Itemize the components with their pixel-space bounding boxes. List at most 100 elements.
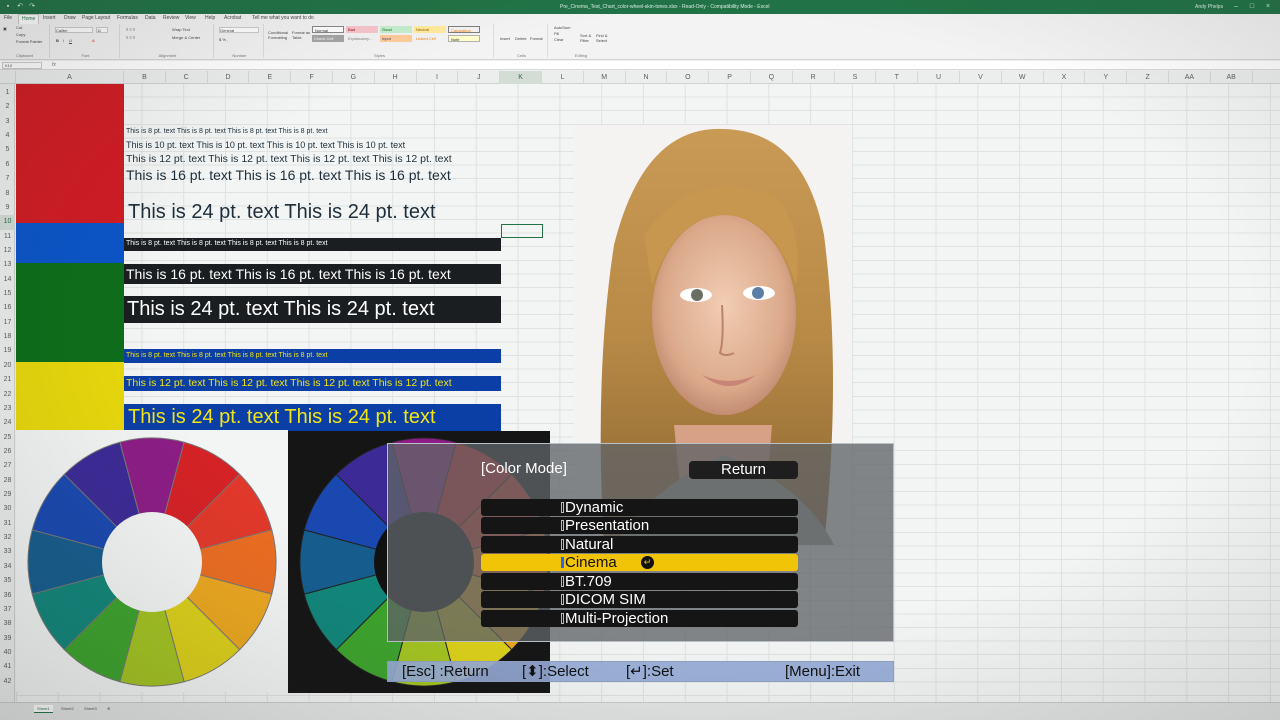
format-as-table-button[interactable]: Format as Table (292, 30, 310, 42)
minimize-icon[interactable]: – (1232, 3, 1240, 11)
wrap-text-button[interactable]: Wrap Text (172, 27, 190, 33)
number-format-select[interactable]: General (219, 27, 259, 33)
row-header[interactable]: 41 (0, 660, 15, 674)
column-header[interactable]: G (333, 71, 375, 84)
row-header[interactable]: 1 (0, 86, 15, 100)
row-header[interactable]: 6 (0, 158, 15, 172)
style-note[interactable]: Note (448, 35, 480, 42)
column-header[interactable]: R (793, 71, 835, 84)
style-calculation[interactable]: Calculation (448, 26, 480, 33)
row-header[interactable]: 33 (0, 545, 15, 559)
add-sheet-icon[interactable]: ⊕ (104, 705, 113, 713)
row-header[interactable]: 24 (0, 416, 15, 430)
redo-icon[interactable]: ↷ (28, 3, 36, 11)
tab-view[interactable]: View (185, 14, 196, 23)
sheet-tab-1[interactable]: Sheet1 (34, 705, 53, 713)
row-header[interactable]: 39 (0, 632, 15, 646)
row-header[interactable]: 13 (0, 258, 15, 272)
font-name-select[interactable]: Calibri (55, 27, 93, 33)
column-header[interactable]: E (249, 71, 292, 84)
row-header[interactable]: 27 (0, 459, 15, 473)
tab-insert[interactable]: Insert (43, 14, 56, 23)
column-header[interactable]: M (584, 71, 626, 84)
merge-center-button[interactable]: Merge & Center (172, 35, 200, 41)
column-header[interactable]: W (1002, 71, 1044, 84)
delete-cells-button[interactable]: Delete (515, 36, 527, 42)
style-check-cell[interactable]: Check Cell (312, 35, 344, 42)
italic-button[interactable]: I (63, 38, 64, 44)
row-header[interactable]: 5 (0, 143, 15, 157)
currency-icon[interactable]: $ % , (219, 37, 228, 43)
row-header[interactable]: 38 (0, 617, 15, 631)
row-header[interactable]: 34 (0, 560, 15, 574)
column-header[interactable]: P (709, 71, 751, 84)
close-icon[interactable]: × (1264, 3, 1272, 11)
row-header[interactable]: 3 (0, 115, 15, 129)
row-header[interactable]: 16 (0, 301, 15, 315)
style-explanatory[interactable]: Explanatory... (346, 35, 378, 42)
font-size-select[interactable]: 11 (96, 27, 108, 33)
column-header[interactable]: K (500, 71, 542, 84)
tab-draw[interactable]: Draw (64, 14, 76, 23)
column-header[interactable]: T (876, 71, 919, 84)
paste-button[interactable]: ▣ (3, 26, 7, 32)
row-header[interactable]: 2 (0, 100, 15, 114)
tab-file[interactable]: File (4, 14, 12, 23)
column-header[interactable]: Y (1085, 71, 1128, 84)
row-header[interactable]: 25 (0, 431, 15, 445)
format-painter-button[interactable]: Format Painter (16, 39, 42, 45)
font-color-button[interactable]: A (92, 38, 95, 44)
row-header[interactable]: 36 (0, 589, 15, 603)
insert-cells-button[interactable]: Insert (500, 36, 510, 42)
undo-icon[interactable]: ↶ (16, 3, 24, 11)
row-header[interactable]: 14 (0, 273, 15, 287)
align-top-icon[interactable]: ≡ ≡ ≡ (126, 27, 135, 33)
column-header[interactable]: J (458, 71, 501, 84)
row-header[interactable]: 28 (0, 474, 15, 488)
row-header[interactable]: 42 (0, 675, 15, 689)
fx-icon[interactable]: fx (52, 62, 56, 68)
row-header[interactable]: 12 (0, 244, 15, 258)
option-multi-projection[interactable]: Multi-Projection (481, 610, 798, 627)
selected-cell-k10[interactable] (501, 224, 543, 238)
align-left-icon[interactable]: ≡ ≡ ≡ (126, 35, 135, 41)
row-header[interactable]: 20 (0, 359, 15, 373)
tab-data[interactable]: Data (145, 14, 156, 23)
style-normal[interactable]: Normal (312, 26, 344, 33)
tab-formulas[interactable]: Formulas (117, 14, 138, 23)
row-header[interactable]: 9 (0, 201, 15, 215)
cut-button[interactable]: Cut (16, 25, 22, 31)
tab-review[interactable]: Review (163, 14, 179, 23)
column-header[interactable]: Q (751, 71, 793, 84)
style-linked-cell[interactable]: Linked Cell (414, 35, 446, 42)
row-header[interactable]: 11 (0, 230, 15, 244)
tab-acrobat[interactable]: Acrobat (224, 14, 241, 23)
column-header[interactable]: U (918, 71, 960, 84)
row-header[interactable]: 32 (0, 531, 15, 545)
tab-page-layout[interactable]: Page Layout (82, 14, 110, 23)
clear-button[interactable]: Clear (554, 37, 564, 43)
select-all-corner[interactable] (0, 71, 16, 84)
row-header[interactable]: 18 (0, 330, 15, 344)
column-header[interactable]: S (835, 71, 877, 84)
row-header[interactable]: 8 (0, 187, 15, 201)
row-header[interactable]: 17 (0, 316, 15, 330)
column-header[interactable]: N (626, 71, 668, 84)
sort-filter-button[interactable]: Sort & Filter (580, 33, 594, 45)
column-header[interactable]: V (960, 71, 1002, 84)
row-header[interactable]: 37 (0, 603, 15, 617)
column-header[interactable]: B (124, 71, 166, 84)
row-header[interactable]: 31 (0, 517, 15, 531)
tab-help[interactable]: Help (205, 14, 215, 23)
column-header[interactable]: D (208, 71, 250, 84)
style-input[interactable]: Input (380, 35, 412, 42)
column-header[interactable]: O (667, 71, 710, 84)
row-header[interactable]: 29 (0, 488, 15, 502)
conditional-formatting-button[interactable]: Conditional Formatting (268, 30, 290, 42)
row-header[interactable]: 4 (0, 129, 15, 143)
column-header[interactable]: I (417, 71, 459, 84)
row-header[interactable]: 30 (0, 502, 15, 516)
format-cells-button[interactable]: Format (530, 36, 543, 42)
sheet-tab-2[interactable]: Sheet2 (58, 705, 77, 713)
style-bad[interactable]: Bad (346, 26, 378, 33)
